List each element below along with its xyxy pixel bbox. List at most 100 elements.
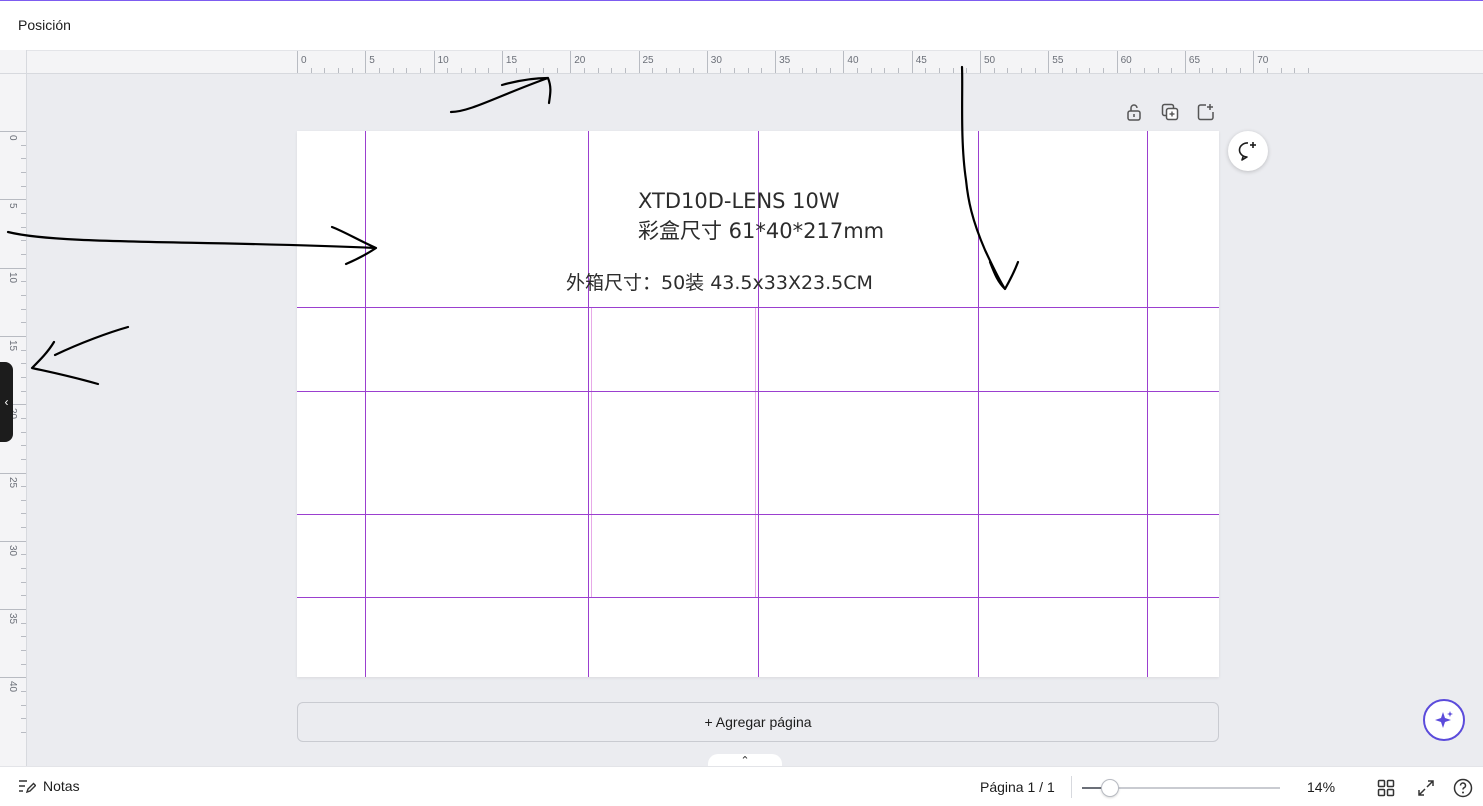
zoom-slider[interactable] [1082, 779, 1280, 797]
guide-line-vertical [978, 131, 979, 677]
ruler-minor-tick [1089, 68, 1091, 73]
ruler-minor-tick [556, 68, 558, 73]
ruler-label: 35 [779, 55, 791, 66]
lock-icon [1127, 104, 1141, 121]
ruler-minor-tick [720, 68, 722, 73]
outer-box-size-text[interactable]: 外箱尺寸：50装 43.5x33X23.5CM [566, 268, 873, 295]
notes-button[interactable]: Notas [18, 778, 80, 794]
ruler-minor-tick [1239, 68, 1241, 73]
chevron-left-icon: ‹ [4, 395, 9, 409]
grid-view-icon [1377, 779, 1395, 797]
color-box-size-text[interactable]: 彩盒尺寸 61*40*217mm [638, 215, 884, 245]
design-page[interactable]: XTD10D-LENS 10W 彩盒尺寸 61*40*217mm 外箱尺寸：50… [297, 131, 1219, 677]
lock-page-button[interactable] [1123, 101, 1145, 123]
zoom-slider-thumb[interactable] [1101, 779, 1119, 797]
ruler-minor-tick [1034, 68, 1036, 73]
ruler-minor-tick [939, 68, 941, 73]
ruler-minor-tick [993, 68, 995, 73]
ruler-tick [980, 51, 981, 73]
ruler-minor-tick [624, 68, 626, 73]
ruler-tick [0, 267, 26, 269]
ruler-label: 20 [574, 55, 586, 66]
product-model-text[interactable]: XTD10D-LENS 10W [638, 189, 840, 213]
bottom-toolbar: Notas Página 1 / 1 14% [0, 766, 1483, 806]
collapse-side-panel-button[interactable]: ‹ [0, 362, 13, 442]
ruler-minor-tick [1102, 68, 1104, 73]
add-page-button[interactable] [1195, 101, 1217, 123]
ruler-minor-tick [925, 68, 927, 73]
ruler-minor-tick [21, 376, 26, 378]
ruler-minor-tick [1007, 68, 1009, 73]
ruler-minor-tick [21, 390, 26, 392]
duplicate-page-button[interactable] [1159, 101, 1181, 123]
ruler-minor-tick [1212, 68, 1214, 73]
ruler-label: 70 [1257, 55, 1269, 66]
add-comment-button[interactable] [1228, 131, 1268, 171]
ruler-minor-tick [21, 294, 26, 296]
divider [1071, 776, 1072, 798]
ruler-minor-tick [515, 68, 517, 73]
help-button[interactable] [1452, 777, 1474, 799]
ruler-tick [0, 677, 26, 679]
ruler-minor-tick [21, 513, 26, 515]
ruler-minor-tick [21, 650, 26, 652]
add-page-bar-button[interactable]: + Agregar página [297, 702, 1219, 742]
guide-line-horizontal [297, 597, 1219, 598]
ruler-minor-tick [419, 68, 421, 73]
ruler-minor-tick [611, 68, 613, 73]
zoom-level[interactable]: 14% [1307, 779, 1335, 795]
ruler-tick [0, 472, 26, 474]
ruler-minor-tick [21, 322, 26, 324]
ruler-tick [433, 51, 435, 73]
ruler-minor-tick [21, 308, 26, 310]
ruler-minor-tick [21, 732, 26, 734]
ruler-minor-tick [21, 158, 26, 160]
ruler-label: 10 [437, 55, 449, 66]
ruler-minor-tick [1280, 68, 1282, 73]
ruler-tick [911, 51, 913, 73]
ruler-minor-tick [1020, 68, 1022, 73]
ruler-label: 0 [301, 55, 307, 66]
ruler-minor-tick [21, 349, 26, 351]
ruler-minor-tick [761, 68, 763, 73]
fullscreen-button[interactable] [1415, 777, 1437, 799]
guide-line-horizontal [297, 307, 1219, 308]
ruler-minor-tick [378, 68, 380, 73]
ruler-minor-tick [679, 68, 681, 73]
ruler-minor-tick [324, 68, 326, 73]
ruler-minor-tick [21, 486, 26, 488]
ruler-minor-tick [898, 68, 900, 73]
ruler-minor-tick [693, 68, 695, 73]
guide-line-vertical [588, 131, 589, 677]
magic-assistant-button[interactable] [1423, 699, 1465, 741]
page-indicator[interactable]: Página 1 / 1 [980, 779, 1055, 795]
ruler-minor-tick [1143, 68, 1145, 73]
ruler-tick [843, 51, 845, 73]
guide-line-vertical [365, 131, 366, 677]
ruler-tick [1184, 51, 1186, 73]
ruler-label: 45 [915, 55, 927, 66]
grid-view-button[interactable] [1375, 777, 1397, 799]
ruler-minor-tick [788, 68, 790, 73]
ruler-tick [365, 51, 367, 73]
ruler-minor-tick [21, 253, 26, 255]
ruler-label: 30 [710, 55, 722, 66]
ruler-label: 15 [7, 339, 18, 352]
ruler-minor-tick [392, 68, 394, 73]
ruler-tick [1116, 51, 1118, 73]
ruler-minor-tick [952, 68, 954, 73]
ruler-tick [0, 335, 26, 337]
ruler-minor-tick [447, 68, 449, 73]
ruler-minor-tick [21, 595, 26, 597]
ruler-tick [0, 199, 26, 201]
ruler-minor-tick [816, 68, 818, 73]
ruler-label: 5 [7, 203, 18, 209]
ruler-minor-tick [21, 445, 26, 447]
ruler-minor-tick [21, 581, 26, 583]
guide-line-horizontal [297, 514, 1219, 515]
sparkle-icon [1435, 711, 1453, 728]
ruler-minor-tick [966, 68, 968, 73]
ruler-minor-tick [665, 68, 667, 73]
ruler-tick [1253, 51, 1255, 73]
horizontal-ruler[interactable]: 0 5 10 15 20 25 30 35 40 45 50 55 60 65 70 [27, 50, 1483, 74]
